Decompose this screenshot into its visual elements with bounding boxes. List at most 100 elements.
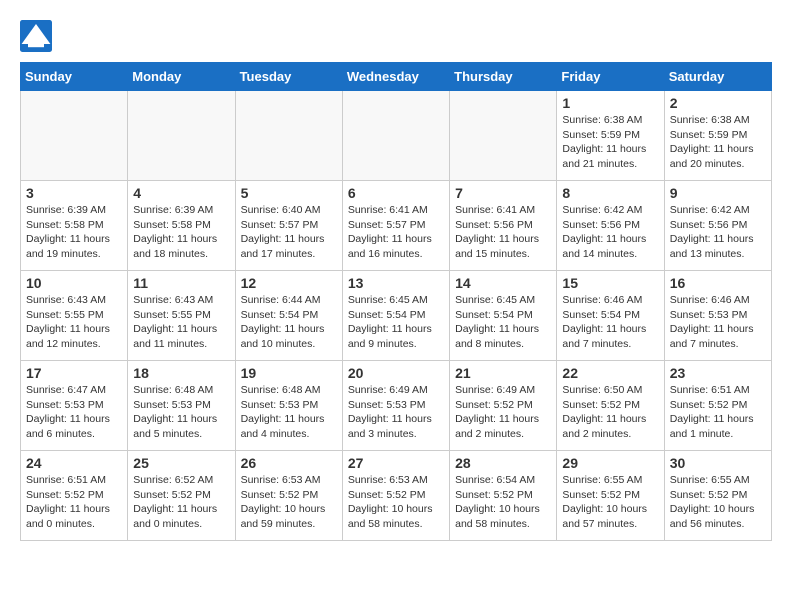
calendar-day-cell: 7Sunrise: 6:41 AMSunset: 5:56 PMDaylight… bbox=[450, 181, 557, 271]
weekday-header-cell: Thursday bbox=[450, 63, 557, 91]
day-number: 11 bbox=[133, 275, 229, 291]
day-info: Sunrise: 6:38 AMSunset: 5:59 PMDaylight:… bbox=[562, 113, 658, 172]
day-info: Sunrise: 6:43 AMSunset: 5:55 PMDaylight:… bbox=[26, 293, 122, 352]
day-number: 3 bbox=[26, 185, 122, 201]
calendar-day-cell bbox=[342, 91, 449, 181]
day-info: Sunrise: 6:54 AMSunset: 5:52 PMDaylight:… bbox=[455, 473, 551, 532]
calendar-day-cell: 25 Sunrise: 6:52 AMSunset: 5:52 PMDayligh… bbox=[128, 451, 235, 541]
day-number: 14 bbox=[455, 275, 551, 291]
calendar-day-cell: 23 Sunrise: 6:51 AMSunset: 5:52 PMDayligh… bbox=[664, 361, 771, 451]
day-info: Sunrise: 6:49 AMSunset: 5:52 PMDaylight:… bbox=[455, 383, 551, 442]
calendar-day-cell bbox=[128, 91, 235, 181]
day-info: Sunrise: 6:51 AMSunset: 5:52 PMDaylight:… bbox=[26, 473, 122, 532]
calendar-day-cell bbox=[21, 91, 128, 181]
calendar-day-cell: 3 Sunrise: 6:39 AMSunset: 5:58 PMDaylight… bbox=[21, 181, 128, 271]
calendar-week-row: 10 Sunrise: 6:43 AMSunset: 5:55 PMDayligh… bbox=[21, 271, 772, 361]
calendar-day-cell: 10 Sunrise: 6:43 AMSunset: 5:55 PMDayligh… bbox=[21, 271, 128, 361]
day-info: Sunrise: 6:45 AMSunset: 5:54 PMDaylight:… bbox=[455, 293, 551, 352]
calendar-day-cell: 20Sunrise: 6:49 AMSunset: 5:53 PMDayligh… bbox=[342, 361, 449, 451]
calendar-day-cell: 4 Sunrise: 6:39 AMSunset: 5:58 PMDaylight… bbox=[128, 181, 235, 271]
day-info: Sunrise: 6:55 AMSunset: 5:52 PMDaylight:… bbox=[562, 473, 658, 532]
calendar-day-cell: 18 Sunrise: 6:48 AMSunset: 5:53 PMDayligh… bbox=[128, 361, 235, 451]
day-number: 10 bbox=[26, 275, 122, 291]
calendar-week-row: 1Sunrise: 6:38 AMSunset: 5:59 PMDaylight… bbox=[21, 91, 772, 181]
calendar-week-row: 24 Sunrise: 6:51 AMSunset: 5:52 PMDayligh… bbox=[21, 451, 772, 541]
calendar-table: SundayMondayTuesdayWednesdayThursdayFrid… bbox=[20, 62, 772, 541]
day-info: Sunrise: 6:53 AMSunset: 5:52 PMDaylight:… bbox=[348, 473, 444, 532]
day-number: 15 bbox=[562, 275, 658, 291]
day-number: 23 bbox=[670, 365, 766, 381]
day-number: 30 bbox=[670, 455, 766, 471]
day-number: 18 bbox=[133, 365, 229, 381]
calendar-day-cell: 8 Sunrise: 6:42 AMSunset: 5:56 PMDaylight… bbox=[557, 181, 664, 271]
day-number: 2 bbox=[670, 95, 766, 111]
day-info: Sunrise: 6:45 AMSunset: 5:54 PMDaylight:… bbox=[348, 293, 444, 352]
day-info: Sunrise: 6:38 AMSunset: 5:59 PMDaylight:… bbox=[670, 113, 766, 172]
day-number: 26 bbox=[241, 455, 337, 471]
day-info: Sunrise: 6:46 AMSunset: 5:54 PMDaylight:… bbox=[562, 293, 658, 352]
day-number: 19 bbox=[241, 365, 337, 381]
day-info: Sunrise: 6:48 AMSunset: 5:53 PMDaylight:… bbox=[133, 383, 229, 442]
calendar-day-cell: 14 Sunrise: 6:45 AMSunset: 5:54 PMDayligh… bbox=[450, 271, 557, 361]
day-number: 13 bbox=[348, 275, 444, 291]
day-number: 6 bbox=[348, 185, 444, 201]
day-info: Sunrise: 6:42 AMSunset: 5:56 PMDaylight:… bbox=[670, 203, 766, 262]
calendar-day-cell: 16Sunrise: 6:46 AMSunset: 5:53 PMDayligh… bbox=[664, 271, 771, 361]
calendar-day-cell bbox=[235, 91, 342, 181]
day-info: Sunrise: 6:52 AMSunset: 5:52 PMDaylight:… bbox=[133, 473, 229, 532]
calendar-week-row: 3 Sunrise: 6:39 AMSunset: 5:58 PMDaylight… bbox=[21, 181, 772, 271]
day-info: Sunrise: 6:55 AMSunset: 5:52 PMDaylight:… bbox=[670, 473, 766, 532]
calendar-day-cell: 2 Sunrise: 6:38 AMSunset: 5:59 PMDaylight… bbox=[664, 91, 771, 181]
day-info: Sunrise: 6:48 AMSunset: 5:53 PMDaylight:… bbox=[241, 383, 337, 442]
weekday-header-cell: Friday bbox=[557, 63, 664, 91]
calendar-day-cell: 11Sunrise: 6:43 AMSunset: 5:55 PMDayligh… bbox=[128, 271, 235, 361]
calendar-day-cell: 28 Sunrise: 6:54 AMSunset: 5:52 PMDayligh… bbox=[450, 451, 557, 541]
day-number: 17 bbox=[26, 365, 122, 381]
calendar-day-cell: 21 Sunrise: 6:49 AMSunset: 5:52 PMDayligh… bbox=[450, 361, 557, 451]
calendar-day-cell: 27 Sunrise: 6:53 AMSunset: 5:52 PMDayligh… bbox=[342, 451, 449, 541]
day-number: 12 bbox=[241, 275, 337, 291]
day-number: 21 bbox=[455, 365, 551, 381]
calendar-day-cell: 29 Sunrise: 6:55 AMSunset: 5:52 PMDayligh… bbox=[557, 451, 664, 541]
day-number: 8 bbox=[562, 185, 658, 201]
weekday-header-cell: Wednesday bbox=[342, 63, 449, 91]
day-number: 5 bbox=[241, 185, 337, 201]
day-info: Sunrise: 6:47 AMSunset: 5:53 PMDaylight:… bbox=[26, 383, 122, 442]
day-number: 16 bbox=[670, 275, 766, 291]
day-number: 20 bbox=[348, 365, 444, 381]
day-info: Sunrise: 6:41 AMSunset: 5:57 PMDaylight:… bbox=[348, 203, 444, 262]
weekday-header-cell: Sunday bbox=[21, 63, 128, 91]
day-number: 27 bbox=[348, 455, 444, 471]
day-info: Sunrise: 6:40 AMSunset: 5:57 PMDaylight:… bbox=[241, 203, 337, 262]
day-info: Sunrise: 6:50 AMSunset: 5:52 PMDaylight:… bbox=[562, 383, 658, 442]
day-info: Sunrise: 6:39 AMSunset: 5:58 PMDaylight:… bbox=[133, 203, 229, 262]
logo bbox=[20, 20, 56, 52]
logo-icon bbox=[20, 20, 52, 52]
calendar-week-row: 17 Sunrise: 6:47 AMSunset: 5:53 PMDayligh… bbox=[21, 361, 772, 451]
day-number: 25 bbox=[133, 455, 229, 471]
day-number: 22 bbox=[562, 365, 658, 381]
day-number: 28 bbox=[455, 455, 551, 471]
day-number: 29 bbox=[562, 455, 658, 471]
calendar-day-cell: 9Sunrise: 6:42 AMSunset: 5:56 PMDaylight… bbox=[664, 181, 771, 271]
calendar-day-cell: 26 Sunrise: 6:53 AMSunset: 5:52 PMDayligh… bbox=[235, 451, 342, 541]
day-info: Sunrise: 6:39 AMSunset: 5:58 PMDaylight:… bbox=[26, 203, 122, 262]
weekday-header-cell: Saturday bbox=[664, 63, 771, 91]
day-info: Sunrise: 6:42 AMSunset: 5:56 PMDaylight:… bbox=[562, 203, 658, 262]
calendar-day-cell: 12 Sunrise: 6:44 AMSunset: 5:54 PMDayligh… bbox=[235, 271, 342, 361]
day-number: 24 bbox=[26, 455, 122, 471]
calendar-day-cell: 1Sunrise: 6:38 AMSunset: 5:59 PMDaylight… bbox=[557, 91, 664, 181]
day-number: 4 bbox=[133, 185, 229, 201]
calendar-day-cell bbox=[450, 91, 557, 181]
page-header bbox=[20, 20, 772, 52]
day-info: Sunrise: 6:53 AMSunset: 5:52 PMDaylight:… bbox=[241, 473, 337, 532]
calendar-day-cell: 15 Sunrise: 6:46 AMSunset: 5:54 PMDayligh… bbox=[557, 271, 664, 361]
day-info: Sunrise: 6:51 AMSunset: 5:52 PMDaylight:… bbox=[670, 383, 766, 442]
calendar-day-cell: 30 Sunrise: 6:55 AMSunset: 5:52 PMDayligh… bbox=[664, 451, 771, 541]
day-info: Sunrise: 6:41 AMSunset: 5:56 PMDaylight:… bbox=[455, 203, 551, 262]
day-info: Sunrise: 6:44 AMSunset: 5:54 PMDaylight:… bbox=[241, 293, 337, 352]
calendar-day-cell: 19 Sunrise: 6:48 AMSunset: 5:53 PMDayligh… bbox=[235, 361, 342, 451]
calendar-day-cell: 24 Sunrise: 6:51 AMSunset: 5:52 PMDayligh… bbox=[21, 451, 128, 541]
calendar-day-cell: 13 Sunrise: 6:45 AMSunset: 5:54 PMDayligh… bbox=[342, 271, 449, 361]
calendar-day-cell: 6 Sunrise: 6:41 AMSunset: 5:57 PMDaylight… bbox=[342, 181, 449, 271]
